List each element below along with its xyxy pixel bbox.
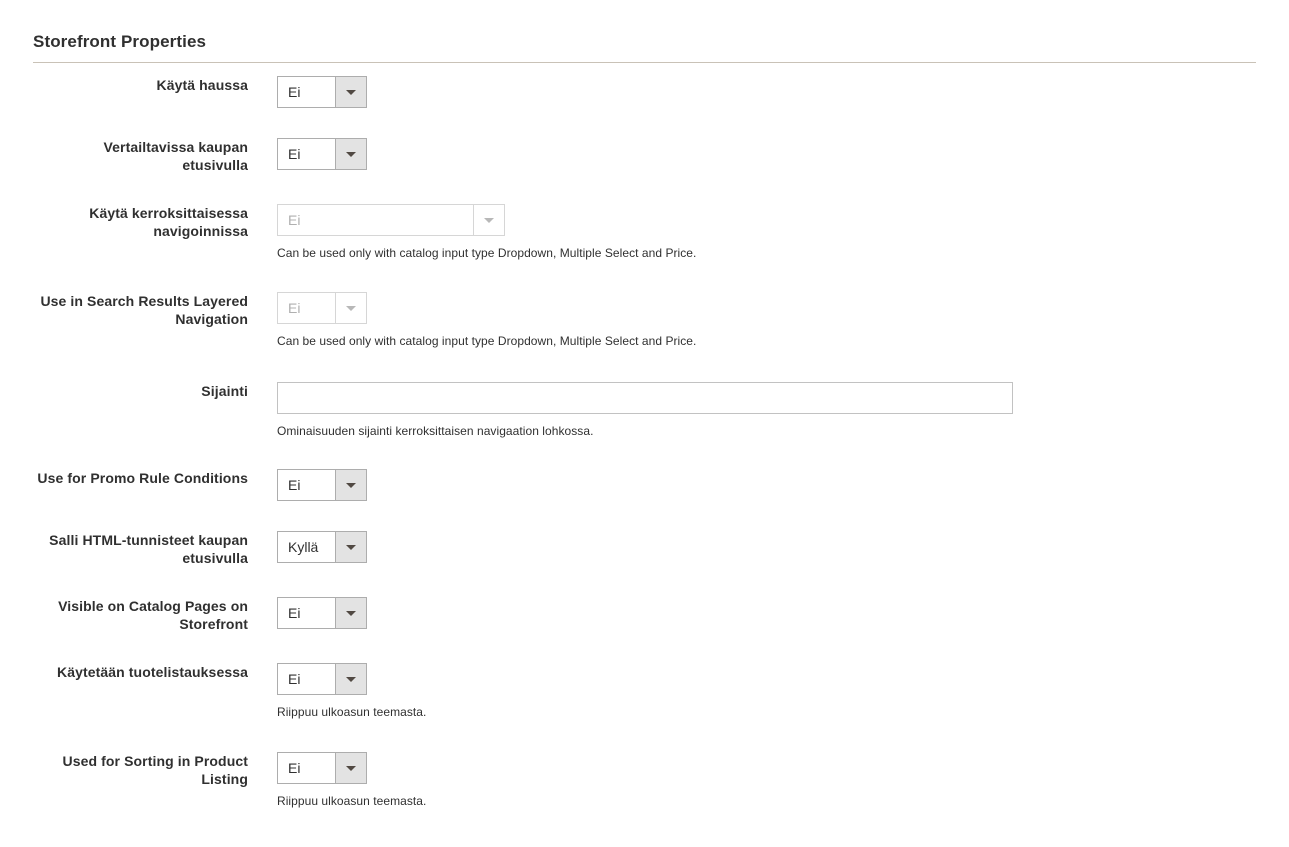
- field-control-container: Ei Can be used only with catalog input ty…: [248, 204, 1289, 261]
- chevron-down-icon[interactable]: [335, 532, 366, 562]
- field-control-container: Ei Riippuu ulkoasun teemasta.: [248, 663, 1289, 720]
- select-control[interactable]: Ei: [277, 597, 367, 629]
- select-control: Ei: [277, 204, 505, 236]
- text-input[interactable]: [277, 382, 1013, 414]
- chevron-down-glyph: [346, 676, 356, 682]
- storefront-properties-page: Storefront Properties Käytä haussa Ei Vert…: [0, 0, 1289, 847]
- form-row: Käytetään tuotelistauksessa Ei Riippuu ulk…: [0, 663, 1289, 752]
- field-label: Vertailtavissa kaupan etusivulla: [103, 139, 248, 173]
- select-value: Ei: [278, 77, 335, 107]
- field-control-container: Ei: [248, 469, 1289, 501]
- chevron-down-glyph: [346, 305, 356, 311]
- field-label-container: Used for Sorting in Product Listing: [0, 752, 248, 789]
- field-label: Salli HTML-tunnisteet kaupan etusivulla: [49, 532, 248, 566]
- chevron-down-glyph: [346, 610, 356, 616]
- chevron-down-glyph: [346, 544, 356, 550]
- field-label-container: Käytä kerroksittaisessa navigoinnissa: [0, 204, 248, 241]
- select-value: Ei: [278, 293, 335, 323]
- field-label-container: Vertailtavissa kaupan etusivulla: [0, 138, 248, 175]
- field-control-container: Ei: [248, 597, 1289, 629]
- section-divider: [33, 62, 1256, 63]
- select-value: Ei: [278, 598, 335, 628]
- field-label: Käytä kerroksittaisessa navigoinnissa: [89, 205, 248, 239]
- field-label: Use for Promo Rule Conditions: [37, 470, 248, 486]
- field-label: Used for Sorting in Product Listing: [62, 753, 248, 787]
- chevron-down-glyph: [346, 89, 356, 95]
- field-note: Can be used only with catalog input type…: [277, 334, 697, 348]
- field-control-container: Ei Can be used only with catalog input ty…: [248, 292, 1289, 349]
- select-value: Kyllä: [278, 532, 335, 562]
- field-label: Sijainti: [201, 383, 248, 399]
- chevron-down-glyph: [484, 217, 494, 223]
- form-row: Use in Search Results Layered Navigation…: [0, 292, 1289, 382]
- chevron-down-glyph: [346, 482, 356, 488]
- form-row: Käytä kerroksittaisessa navigoinnissa Ei C…: [0, 204, 1289, 292]
- form-row: Vertailtavissa kaupan etusivulla Ei: [0, 138, 1289, 204]
- field-label: Use in Search Results Layered Navigation: [40, 293, 248, 327]
- form-row: Use for Promo Rule Conditions Ei: [0, 469, 1289, 531]
- select-value: Ei: [278, 753, 335, 783]
- form-row: Used for Sorting in Product Listing Ei Rii…: [0, 752, 1289, 841]
- chevron-down-icon[interactable]: [335, 664, 366, 694]
- chevron-down-icon[interactable]: [335, 470, 366, 500]
- field-note: Riippuu ulkoasun teemasta.: [277, 794, 427, 808]
- select-control[interactable]: Ei: [277, 76, 367, 108]
- chevron-down-icon[interactable]: [335, 753, 366, 783]
- form-row: Salli HTML-tunnisteet kaupan etusivulla K…: [0, 531, 1289, 597]
- field-note: Ominaisuuden sijainti kerroksittaisen na…: [277, 424, 594, 438]
- field-control-container: Ei Riippuu ulkoasun teemasta.: [248, 752, 1289, 809]
- select-control[interactable]: Kyllä: [277, 531, 367, 563]
- chevron-down-icon[interactable]: [335, 598, 366, 628]
- select-control[interactable]: Ei: [277, 663, 367, 695]
- chevron-down-icon: [335, 293, 366, 323]
- chevron-down-glyph: [346, 151, 356, 157]
- select-control[interactable]: Ei: [277, 138, 367, 170]
- storefront-properties-form: Käytä haussa Ei Vertailtavissa kaupan etus…: [0, 76, 1289, 841]
- form-row: Käytä haussa Ei: [0, 76, 1289, 138]
- page-title: Storefront Properties: [33, 32, 207, 51]
- field-label: Käytetään tuotelistauksessa: [56, 664, 248, 680]
- select-value: Ei: [278, 470, 335, 500]
- field-note: Can be used only with catalog input type…: [277, 246, 697, 260]
- chevron-down-icon[interactable]: [335, 77, 366, 107]
- select-value: Ei: [278, 205, 473, 235]
- field-label-container: Käytä haussa: [0, 76, 248, 95]
- field-label-container: Salli HTML-tunnisteet kaupan etusivulla: [0, 531, 248, 568]
- field-label: Visible on Catalog Pages on Storefront: [58, 598, 248, 632]
- field-label-container: Sijainti: [0, 382, 248, 401]
- field-label: Käytä haussa: [156, 77, 248, 93]
- field-label-container: Use for Promo Rule Conditions: [0, 469, 248, 488]
- chevron-down-glyph: [346, 765, 356, 771]
- field-label-container: Visible on Catalog Pages on Storefront: [0, 597, 248, 634]
- field-label-container: Käytetään tuotelistauksessa: [0, 663, 248, 682]
- select-value: Ei: [278, 139, 335, 169]
- form-row: Sijainti Ominaisuuden sijainti kerroksitt…: [0, 382, 1289, 469]
- select-value: Ei: [278, 664, 335, 694]
- chevron-down-icon[interactable]: [335, 139, 366, 169]
- select-control[interactable]: Ei: [277, 469, 367, 501]
- chevron-down-icon: [473, 205, 504, 235]
- field-control-container: Ominaisuuden sijainti kerroksittaisen na…: [248, 382, 1289, 439]
- field-label-container: Use in Search Results Layered Navigation: [0, 292, 248, 329]
- field-note: Riippuu ulkoasun teemasta.: [277, 705, 427, 719]
- form-row: Visible on Catalog Pages on Storefront Ei: [0, 597, 1289, 663]
- field-control-container: Ei: [248, 76, 1289, 108]
- select-control[interactable]: Ei: [277, 752, 367, 784]
- field-control-container: Kyllä: [248, 531, 1289, 563]
- section-header: Storefront Properties: [33, 31, 1256, 63]
- field-control-container: Ei: [248, 138, 1289, 170]
- select-control: Ei: [277, 292, 367, 324]
